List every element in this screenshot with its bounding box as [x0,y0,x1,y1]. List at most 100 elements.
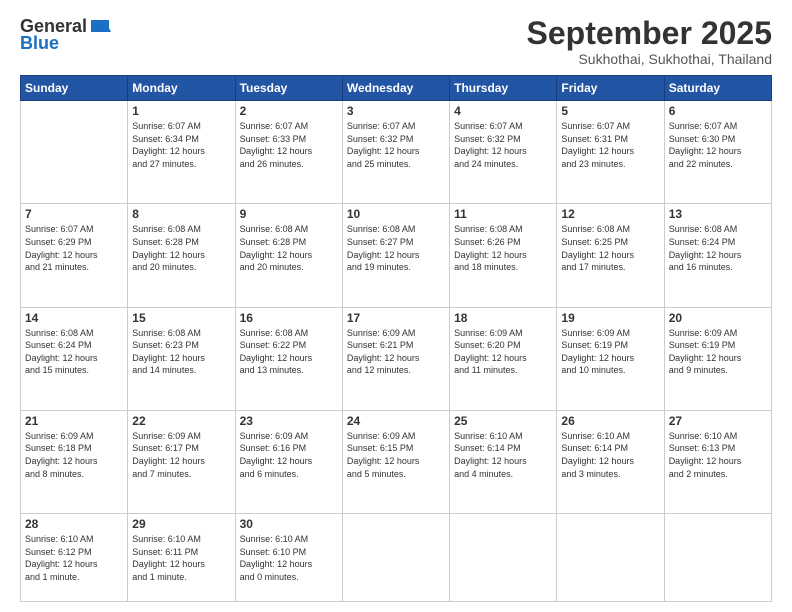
day-number: 27 [669,414,767,428]
cell-info: Sunrise: 6:09 AM Sunset: 6:19 PM Dayligh… [561,327,659,377]
week-row-1: 1 Sunrise: 6:07 AM Sunset: 6:34 PM Daylig… [21,101,772,204]
calendar-cell: 1 Sunrise: 6:07 AM Sunset: 6:34 PM Daylig… [128,101,235,204]
day-number: 7 [25,207,123,221]
cell-info: Sunrise: 6:07 AM Sunset: 6:29 PM Dayligh… [25,223,123,273]
weekday-header-sunday: Sunday [21,76,128,101]
cell-info: Sunrise: 6:08 AM Sunset: 6:27 PM Dayligh… [347,223,445,273]
week-row-2: 7 Sunrise: 6:07 AM Sunset: 6:29 PM Daylig… [21,204,772,307]
calendar-cell: 19Sunrise: 6:09 AM Sunset: 6:19 PM Dayli… [557,307,664,410]
week-row-4: 21 Sunrise: 6:09 AM Sunset: 6:18 PM Dayli… [21,410,772,513]
cell-info: Sunrise: 6:09 AM Sunset: 6:17 PM Dayligh… [132,430,230,480]
calendar-cell: 23Sunrise: 6:09 AM Sunset: 6:16 PM Dayli… [235,410,342,513]
calendar-cell [450,514,557,602]
day-number: 30 [240,517,338,531]
calendar-cell: 26 Sunrise: 6:10 AM Sunset: 6:14 PM Dayli… [557,410,664,513]
day-number: 25 [454,414,552,428]
day-number: 18 [454,311,552,325]
weekday-header-tuesday: Tuesday [235,76,342,101]
day-number: 21 [25,414,123,428]
calendar-cell: 3 Sunrise: 6:07 AM Sunset: 6:32 PM Daylig… [342,101,449,204]
cell-info: Sunrise: 6:07 AM Sunset: 6:32 PM Dayligh… [347,120,445,170]
calendar-cell [21,101,128,204]
calendar-cell: 20 Sunrise: 6:09 AM Sunset: 6:19 PM Dayli… [664,307,771,410]
page: General Blue September 2025 Sukhothai, S… [0,0,792,612]
day-number: 10 [347,207,445,221]
day-number: 26 [561,414,659,428]
cell-info: Sunrise: 6:07 AM Sunset: 6:32 PM Dayligh… [454,120,552,170]
weekday-header-wednesday: Wednesday [342,76,449,101]
calendar-cell: 5 Sunrise: 6:07 AM Sunset: 6:31 PM Daylig… [557,101,664,204]
cell-info: Sunrise: 6:08 AM Sunset: 6:26 PM Dayligh… [454,223,552,273]
cell-info: Sunrise: 6:09 AM Sunset: 6:18 PM Dayligh… [25,430,123,480]
day-number: 12 [561,207,659,221]
cell-info: Sunrise: 6:09 AM Sunset: 6:15 PM Dayligh… [347,430,445,480]
cell-info: Sunrise: 6:10 AM Sunset: 6:12 PM Dayligh… [25,533,123,583]
calendar-cell: 11 Sunrise: 6:08 AM Sunset: 6:26 PM Dayli… [450,204,557,307]
cell-info: Sunrise: 6:09 AM Sunset: 6:21 PM Dayligh… [347,327,445,377]
week-row-5: 28 Sunrise: 6:10 AM Sunset: 6:12 PM Dayli… [21,514,772,602]
day-number: 29 [132,517,230,531]
cell-info: Sunrise: 6:10 AM Sunset: 6:13 PM Dayligh… [669,430,767,480]
header: General Blue September 2025 Sukhothai, S… [20,16,772,67]
calendar-cell: 25Sunrise: 6:10 AM Sunset: 6:14 PM Dayli… [450,410,557,513]
title-block: September 2025 Sukhothai, Sukhothai, Tha… [527,16,772,67]
cell-info: Sunrise: 6:08 AM Sunset: 6:25 PM Dayligh… [561,223,659,273]
weekday-header-thursday: Thursday [450,76,557,101]
day-number: 22 [132,414,230,428]
calendar-cell [557,514,664,602]
calendar-cell: 4 Sunrise: 6:07 AM Sunset: 6:32 PM Daylig… [450,101,557,204]
cell-info: Sunrise: 6:09 AM Sunset: 6:19 PM Dayligh… [669,327,767,377]
cell-info: Sunrise: 6:08 AM Sunset: 6:22 PM Dayligh… [240,327,338,377]
cell-info: Sunrise: 6:09 AM Sunset: 6:20 PM Dayligh… [454,327,552,377]
day-number: 24 [347,414,445,428]
day-number: 5 [561,104,659,118]
weekday-header-monday: Monday [128,76,235,101]
calendar-cell: 15 Sunrise: 6:08 AM Sunset: 6:23 PM Dayli… [128,307,235,410]
logo: General Blue [20,16,111,54]
cell-info: Sunrise: 6:08 AM Sunset: 6:24 PM Dayligh… [25,327,123,377]
calendar-cell: 12 Sunrise: 6:08 AM Sunset: 6:25 PM Dayli… [557,204,664,307]
day-number: 15 [132,311,230,325]
day-number: 8 [132,207,230,221]
day-number: 6 [669,104,767,118]
week-row-3: 14 Sunrise: 6:08 AM Sunset: 6:24 PM Dayli… [21,307,772,410]
calendar-table: SundayMondayTuesdayWednesdayThursdayFrid… [20,75,772,602]
calendar-cell: 13Sunrise: 6:08 AM Sunset: 6:24 PM Dayli… [664,204,771,307]
day-number: 3 [347,104,445,118]
cell-info: Sunrise: 6:07 AM Sunset: 6:33 PM Dayligh… [240,120,338,170]
calendar-cell: 18 Sunrise: 6:09 AM Sunset: 6:20 PM Dayli… [450,307,557,410]
weekday-header-saturday: Saturday [664,76,771,101]
day-number: 20 [669,311,767,325]
calendar-cell: 16 Sunrise: 6:08 AM Sunset: 6:22 PM Dayli… [235,307,342,410]
calendar-cell: 10 Sunrise: 6:08 AM Sunset: 6:27 PM Dayli… [342,204,449,307]
day-number: 17 [347,311,445,325]
day-number: 14 [25,311,123,325]
calendar-cell [664,514,771,602]
calendar-cell: 9 Sunrise: 6:08 AM Sunset: 6:28 PM Daylig… [235,204,342,307]
cell-info: Sunrise: 6:08 AM Sunset: 6:23 PM Dayligh… [132,327,230,377]
day-number: 28 [25,517,123,531]
calendar-cell: 29 Sunrise: 6:10 AM Sunset: 6:11 PM Dayli… [128,514,235,602]
day-number: 1 [132,104,230,118]
cell-info: Sunrise: 6:09 AM Sunset: 6:16 PM Dayligh… [240,430,338,480]
day-number: 16 [240,311,338,325]
day-number: 11 [454,207,552,221]
cell-info: Sunrise: 6:07 AM Sunset: 6:31 PM Dayligh… [561,120,659,170]
cell-info: Sunrise: 6:07 AM Sunset: 6:34 PM Dayligh… [132,120,230,170]
calendar-cell [342,514,449,602]
cell-info: Sunrise: 6:10 AM Sunset: 6:14 PM Dayligh… [561,430,659,480]
calendar-cell: 14 Sunrise: 6:08 AM Sunset: 6:24 PM Dayli… [21,307,128,410]
month-title: September 2025 [527,16,772,51]
day-number: 9 [240,207,338,221]
calendar-cell: 21 Sunrise: 6:09 AM Sunset: 6:18 PM Dayli… [21,410,128,513]
day-number: 2 [240,104,338,118]
logo-flag-icon [89,18,111,36]
logo-blue-text: Blue [20,33,59,54]
cell-info: Sunrise: 6:08 AM Sunset: 6:24 PM Dayligh… [669,223,767,273]
calendar-cell: 7 Sunrise: 6:07 AM Sunset: 6:29 PM Daylig… [21,204,128,307]
cell-info: Sunrise: 6:08 AM Sunset: 6:28 PM Dayligh… [240,223,338,273]
calendar-cell: 2 Sunrise: 6:07 AM Sunset: 6:33 PM Daylig… [235,101,342,204]
weekday-header-row: SundayMondayTuesdayWednesdayThursdayFrid… [21,76,772,101]
cell-info: Sunrise: 6:10 AM Sunset: 6:11 PM Dayligh… [132,533,230,583]
day-number: 4 [454,104,552,118]
